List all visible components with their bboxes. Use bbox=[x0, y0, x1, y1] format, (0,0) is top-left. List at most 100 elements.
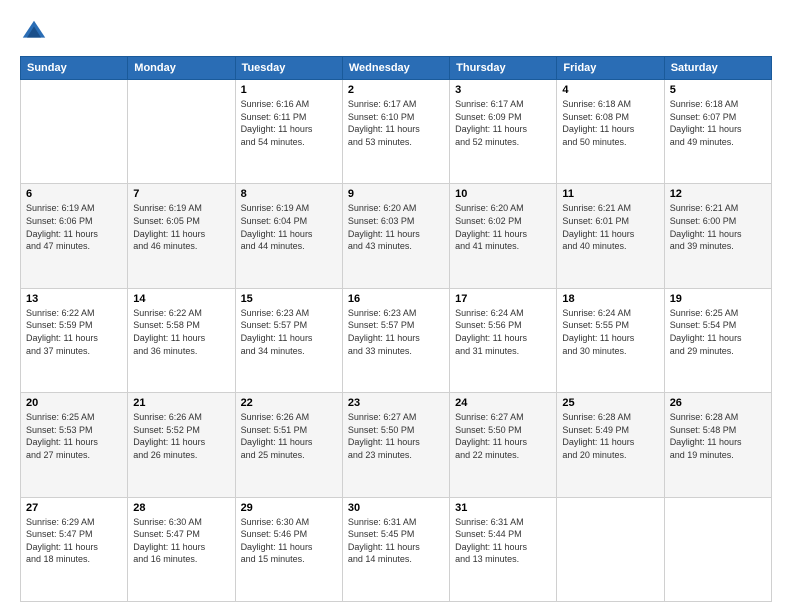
calendar-cell: 15 Sunrise: 6:23 AM Sunset: 5:57 PM Dayli… bbox=[235, 288, 342, 392]
calendar-cell: 16Sunrise: 6:23 AM Sunset: 5:57 PM Dayli… bbox=[342, 288, 449, 392]
calendar-week-row: 27 Sunrise: 6:29 AM Sunset: 5:47 PM Dayli… bbox=[21, 497, 772, 601]
calendar-cell: 9 Sunrise: 6:20 AM Sunset: 6:03 PM Daylig… bbox=[342, 184, 449, 288]
logo bbox=[20, 18, 52, 46]
day-info: Sunrise: 6:18 AM Sunset: 6:08 PM Dayligh… bbox=[562, 98, 658, 148]
day-number: 24 bbox=[455, 397, 551, 409]
day-number: 31 bbox=[455, 502, 551, 514]
day-number: 17 bbox=[455, 293, 551, 305]
calendar-week-row: 20 Sunrise: 6:25 AM Sunset: 5:53 PM Dayli… bbox=[21, 393, 772, 497]
calendar-cell: 4 Sunrise: 6:18 AM Sunset: 6:08 PM Daylig… bbox=[557, 80, 664, 184]
calendar-cell: 31 Sunrise: 6:31 AM Sunset: 5:44 PM Dayli… bbox=[450, 497, 557, 601]
calendar-cell bbox=[21, 80, 128, 184]
day-number: 14 bbox=[133, 293, 229, 305]
day-number: 3 bbox=[455, 84, 551, 96]
calendar-cell: 3 Sunrise: 6:17 AM Sunset: 6:09 PM Daylig… bbox=[450, 80, 557, 184]
day-number: 2 bbox=[348, 84, 444, 96]
day-info: Sunrise: 6:16 AM Sunset: 6:11 PM Dayligh… bbox=[241, 98, 337, 148]
day-info: Sunrise: 6:27 AM Sunset: 5:50 PM Dayligh… bbox=[455, 411, 551, 461]
day-info: Sunrise: 6:17 AM Sunset: 6:10 PM Dayligh… bbox=[348, 98, 444, 148]
calendar-cell: 10Sunrise: 6:20 AM Sunset: 6:02 PM Dayli… bbox=[450, 184, 557, 288]
day-info: Sunrise: 6:25 AM Sunset: 5:54 PM Dayligh… bbox=[670, 307, 766, 357]
page: SundayMondayTuesdayWednesdayThursdayFrid… bbox=[0, 0, 792, 612]
day-number: 30 bbox=[348, 502, 444, 514]
day-info: Sunrise: 6:26 AM Sunset: 5:51 PM Dayligh… bbox=[241, 411, 337, 461]
day-number: 1 bbox=[241, 84, 337, 96]
day-number: 9 bbox=[348, 188, 444, 200]
calendar-cell: 25 Sunrise: 6:28 AM Sunset: 5:49 PM Dayli… bbox=[557, 393, 664, 497]
day-info: Sunrise: 6:28 AM Sunset: 5:48 PM Dayligh… bbox=[670, 411, 766, 461]
day-of-week-header: Thursday bbox=[450, 57, 557, 80]
calendar-cell bbox=[557, 497, 664, 601]
day-info: Sunrise: 6:21 AM Sunset: 6:00 PM Dayligh… bbox=[670, 202, 766, 252]
day-number: 26 bbox=[670, 397, 766, 409]
logo-icon bbox=[20, 18, 48, 46]
day-of-week-header: Sunday bbox=[21, 57, 128, 80]
day-info: Sunrise: 6:31 AM Sunset: 5:45 PM Dayligh… bbox=[348, 516, 444, 566]
day-info: Sunrise: 6:31 AM Sunset: 5:44 PM Dayligh… bbox=[455, 516, 551, 566]
day-of-week-header: Saturday bbox=[664, 57, 771, 80]
day-number: 11 bbox=[562, 188, 658, 200]
day-info: Sunrise: 6:29 AM Sunset: 5:47 PM Dayligh… bbox=[26, 516, 122, 566]
calendar-week-row: 1 Sunrise: 6:16 AM Sunset: 6:11 PM Daylig… bbox=[21, 80, 772, 184]
day-info: Sunrise: 6:23 AM Sunset: 5:57 PM Dayligh… bbox=[348, 307, 444, 357]
day-number: 15 bbox=[241, 293, 337, 305]
calendar-cell bbox=[128, 80, 235, 184]
day-number: 27 bbox=[26, 502, 122, 514]
calendar-cell: 24 Sunrise: 6:27 AM Sunset: 5:50 PM Dayli… bbox=[450, 393, 557, 497]
calendar-cell: 2 Sunrise: 6:17 AM Sunset: 6:10 PM Daylig… bbox=[342, 80, 449, 184]
calendar-cell: 26 Sunrise: 6:28 AM Sunset: 5:48 PM Dayli… bbox=[664, 393, 771, 497]
day-info: Sunrise: 6:30 AM Sunset: 5:47 PM Dayligh… bbox=[133, 516, 229, 566]
day-info: Sunrise: 6:22 AM Sunset: 5:58 PM Dayligh… bbox=[133, 307, 229, 357]
day-info: Sunrise: 6:20 AM Sunset: 6:02 PM Dayligh… bbox=[455, 202, 551, 252]
calendar-cell: 18 Sunrise: 6:24 AM Sunset: 5:55 PM Dayli… bbox=[557, 288, 664, 392]
day-of-week-header: Wednesday bbox=[342, 57, 449, 80]
day-number: 29 bbox=[241, 502, 337, 514]
day-info: Sunrise: 6:20 AM Sunset: 6:03 PM Dayligh… bbox=[348, 202, 444, 252]
day-info: Sunrise: 6:30 AM Sunset: 5:46 PM Dayligh… bbox=[241, 516, 337, 566]
calendar-cell: 22 Sunrise: 6:26 AM Sunset: 5:51 PM Dayli… bbox=[235, 393, 342, 497]
day-number: 19 bbox=[670, 293, 766, 305]
calendar-cell: 28 Sunrise: 6:30 AM Sunset: 5:47 PM Dayli… bbox=[128, 497, 235, 601]
calendar-week-row: 13 Sunrise: 6:22 AM Sunset: 5:59 PM Dayli… bbox=[21, 288, 772, 392]
day-info: Sunrise: 6:19 AM Sunset: 6:05 PM Dayligh… bbox=[133, 202, 229, 252]
day-info: Sunrise: 6:23 AM Sunset: 5:57 PM Dayligh… bbox=[241, 307, 337, 357]
calendar-header-row: SundayMondayTuesdayWednesdayThursdayFrid… bbox=[21, 57, 772, 80]
day-number: 22 bbox=[241, 397, 337, 409]
calendar-cell: 30 Sunrise: 6:31 AM Sunset: 5:45 PM Dayli… bbox=[342, 497, 449, 601]
calendar-cell: 7 Sunrise: 6:19 AM Sunset: 6:05 PM Daylig… bbox=[128, 184, 235, 288]
day-info: Sunrise: 6:17 AM Sunset: 6:09 PM Dayligh… bbox=[455, 98, 551, 148]
calendar-cell: 8Sunrise: 6:19 AM Sunset: 6:04 PM Daylig… bbox=[235, 184, 342, 288]
day-number: 25 bbox=[562, 397, 658, 409]
day-number: 5 bbox=[670, 84, 766, 96]
day-number: 13 bbox=[26, 293, 122, 305]
calendar-cell: 27 Sunrise: 6:29 AM Sunset: 5:47 PM Dayli… bbox=[21, 497, 128, 601]
day-info: Sunrise: 6:27 AM Sunset: 5:50 PM Dayligh… bbox=[348, 411, 444, 461]
day-number: 28 bbox=[133, 502, 229, 514]
day-number: 6 bbox=[26, 188, 122, 200]
day-number: 4 bbox=[562, 84, 658, 96]
calendar-cell: 19 Sunrise: 6:25 AM Sunset: 5:54 PM Dayli… bbox=[664, 288, 771, 392]
day-info: Sunrise: 6:25 AM Sunset: 5:53 PM Dayligh… bbox=[26, 411, 122, 461]
header bbox=[20, 18, 772, 46]
day-number: 7 bbox=[133, 188, 229, 200]
day-info: Sunrise: 6:21 AM Sunset: 6:01 PM Dayligh… bbox=[562, 202, 658, 252]
calendar-cell: 20 Sunrise: 6:25 AM Sunset: 5:53 PM Dayli… bbox=[21, 393, 128, 497]
day-number: 18 bbox=[562, 293, 658, 305]
day-info: Sunrise: 6:18 AM Sunset: 6:07 PM Dayligh… bbox=[670, 98, 766, 148]
day-info: Sunrise: 6:24 AM Sunset: 5:56 PM Dayligh… bbox=[455, 307, 551, 357]
day-number: 12 bbox=[670, 188, 766, 200]
day-of-week-header: Monday bbox=[128, 57, 235, 80]
day-info: Sunrise: 6:26 AM Sunset: 5:52 PM Dayligh… bbox=[133, 411, 229, 461]
day-of-week-header: Tuesday bbox=[235, 57, 342, 80]
day-info: Sunrise: 6:19 AM Sunset: 6:04 PM Dayligh… bbox=[241, 202, 337, 252]
day-info: Sunrise: 6:19 AM Sunset: 6:06 PM Dayligh… bbox=[26, 202, 122, 252]
calendar-cell: 13 Sunrise: 6:22 AM Sunset: 5:59 PM Dayli… bbox=[21, 288, 128, 392]
day-info: Sunrise: 6:24 AM Sunset: 5:55 PM Dayligh… bbox=[562, 307, 658, 357]
calendar-cell: 21Sunrise: 6:26 AM Sunset: 5:52 PM Dayli… bbox=[128, 393, 235, 497]
day-number: 20 bbox=[26, 397, 122, 409]
calendar-cell: 11 Sunrise: 6:21 AM Sunset: 6:01 PM Dayli… bbox=[557, 184, 664, 288]
calendar-cell bbox=[664, 497, 771, 601]
day-info: Sunrise: 6:22 AM Sunset: 5:59 PM Dayligh… bbox=[26, 307, 122, 357]
day-of-week-header: Friday bbox=[557, 57, 664, 80]
day-info: Sunrise: 6:28 AM Sunset: 5:49 PM Dayligh… bbox=[562, 411, 658, 461]
